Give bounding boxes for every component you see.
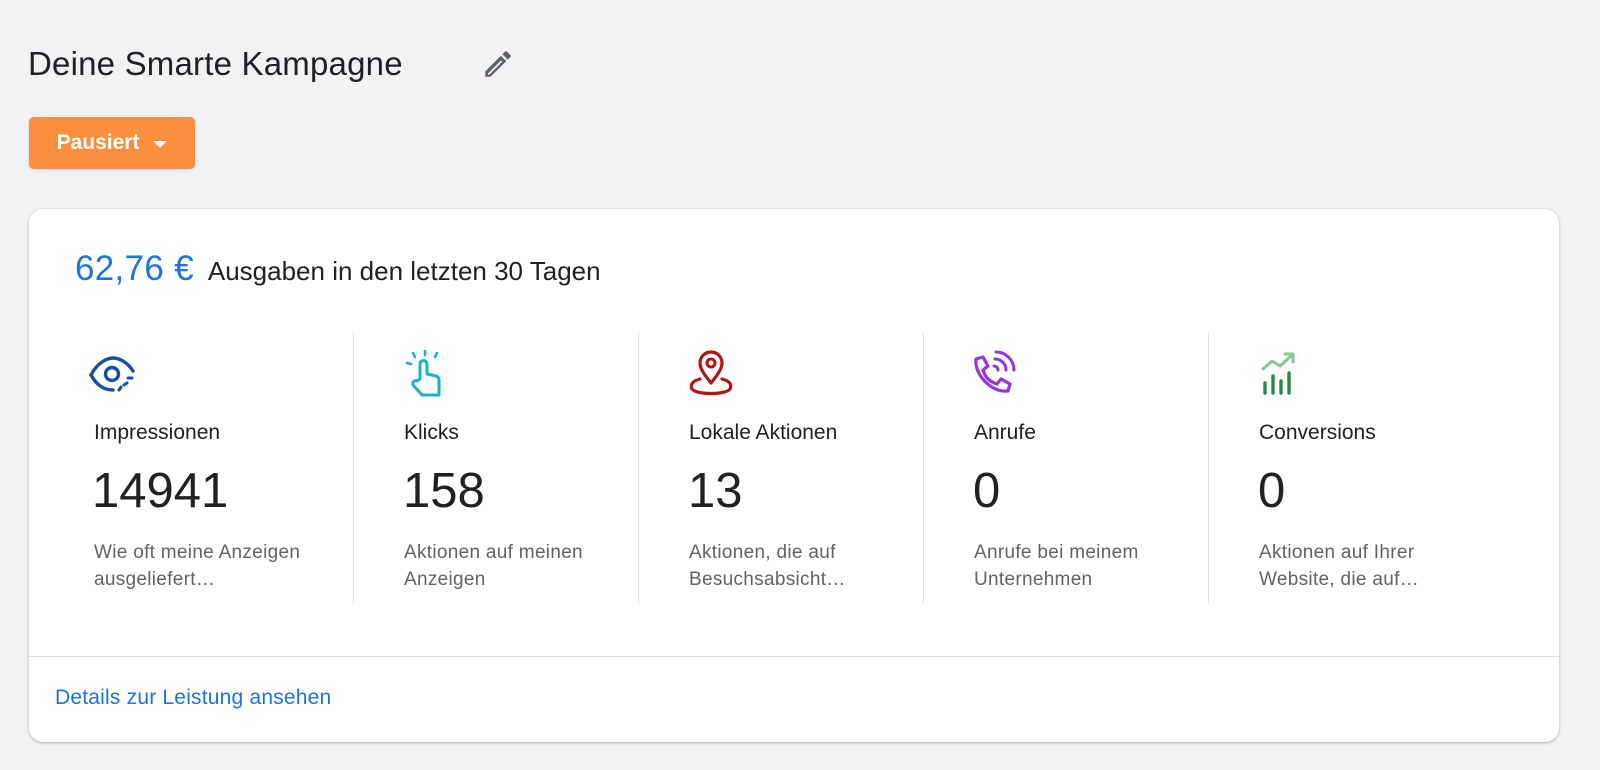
campaign-status-dropdown[interactable]: Pausiert bbox=[29, 117, 195, 169]
metric-value: 14941 bbox=[92, 464, 229, 518]
card-footer-divider bbox=[29, 656, 1559, 657]
metric-value: 0 bbox=[1258, 464, 1286, 518]
eye-icon bbox=[87, 349, 137, 399]
metric-description: Aktionen auf Ihrer Website, die auf… bbox=[1259, 542, 1419, 590]
trend-chart-icon bbox=[1258, 349, 1308, 399]
spend-summary: 62,76 € Ausgaben in den letzten 30 Tagen bbox=[75, 249, 601, 289]
metric-title: Anrufe bbox=[974, 421, 1036, 444]
metric-title: Klicks bbox=[404, 421, 459, 444]
metrics-row: Impressionen 14941 Wie oft meine Anzeige… bbox=[29, 333, 1559, 603]
edit-title-button[interactable] bbox=[478, 44, 518, 84]
status-label: Pausiert bbox=[56, 131, 140, 154]
metric-title: Impressionen bbox=[94, 421, 221, 444]
performance-details-link[interactable]: Details zur Leistung ansehen bbox=[55, 686, 331, 710]
location-pin-icon bbox=[686, 349, 736, 399]
page-title: Deine Smarte Kampagne bbox=[28, 45, 403, 82]
metric-title: Conversions bbox=[1259, 421, 1376, 444]
metric-description: Anrufe bei meinem Unternehmen bbox=[974, 542, 1139, 590]
metric-conversions: Conversions 0 Aktionen auf Ihrer Website… bbox=[1208, 333, 1559, 603]
metric-description: Wie oft meine Anzeigen ausgeliefert… bbox=[94, 542, 301, 590]
caret-down-icon bbox=[153, 140, 168, 148]
metric-calls: Anrufe 0 Anrufe bei meinem Unternehmen bbox=[923, 333, 1208, 603]
metric-impressions: Impressionen 14941 Wie oft meine Anzeige… bbox=[29, 333, 353, 603]
pencil-icon bbox=[485, 51, 511, 77]
metric-value: 0 bbox=[973, 464, 1001, 518]
metric-value: 158 bbox=[403, 464, 485, 518]
metric-value: 13 bbox=[688, 464, 743, 518]
metric-divider bbox=[1208, 333, 1209, 603]
metric-description: Aktionen auf meinen Anzeigen bbox=[404, 542, 583, 590]
performance-card: 62,76 € Ausgaben in den letzten 30 Tagen… bbox=[29, 209, 1559, 742]
metric-local-actions: Lokale Aktionen 13 Aktionen, die auf Bes… bbox=[638, 333, 923, 603]
tap-icon bbox=[401, 349, 451, 399]
phone-call-icon bbox=[968, 349, 1018, 399]
metric-divider bbox=[638, 333, 639, 603]
spend-label: Ausgaben in den letzten 30 Tagen bbox=[207, 256, 601, 286]
metric-title: Lokale Aktionen bbox=[689, 421, 838, 444]
spend-value: 62,76 € bbox=[75, 249, 194, 288]
metric-divider bbox=[353, 333, 354, 603]
metric-divider bbox=[923, 333, 924, 603]
metric-description: Aktionen, die auf Besuchsabsicht… bbox=[689, 542, 846, 590]
metric-clicks: Klicks 158 Aktionen auf meinen Anzeigen bbox=[353, 333, 638, 603]
campaign-header: Deine Smarte Kampagne bbox=[28, 44, 518, 84]
